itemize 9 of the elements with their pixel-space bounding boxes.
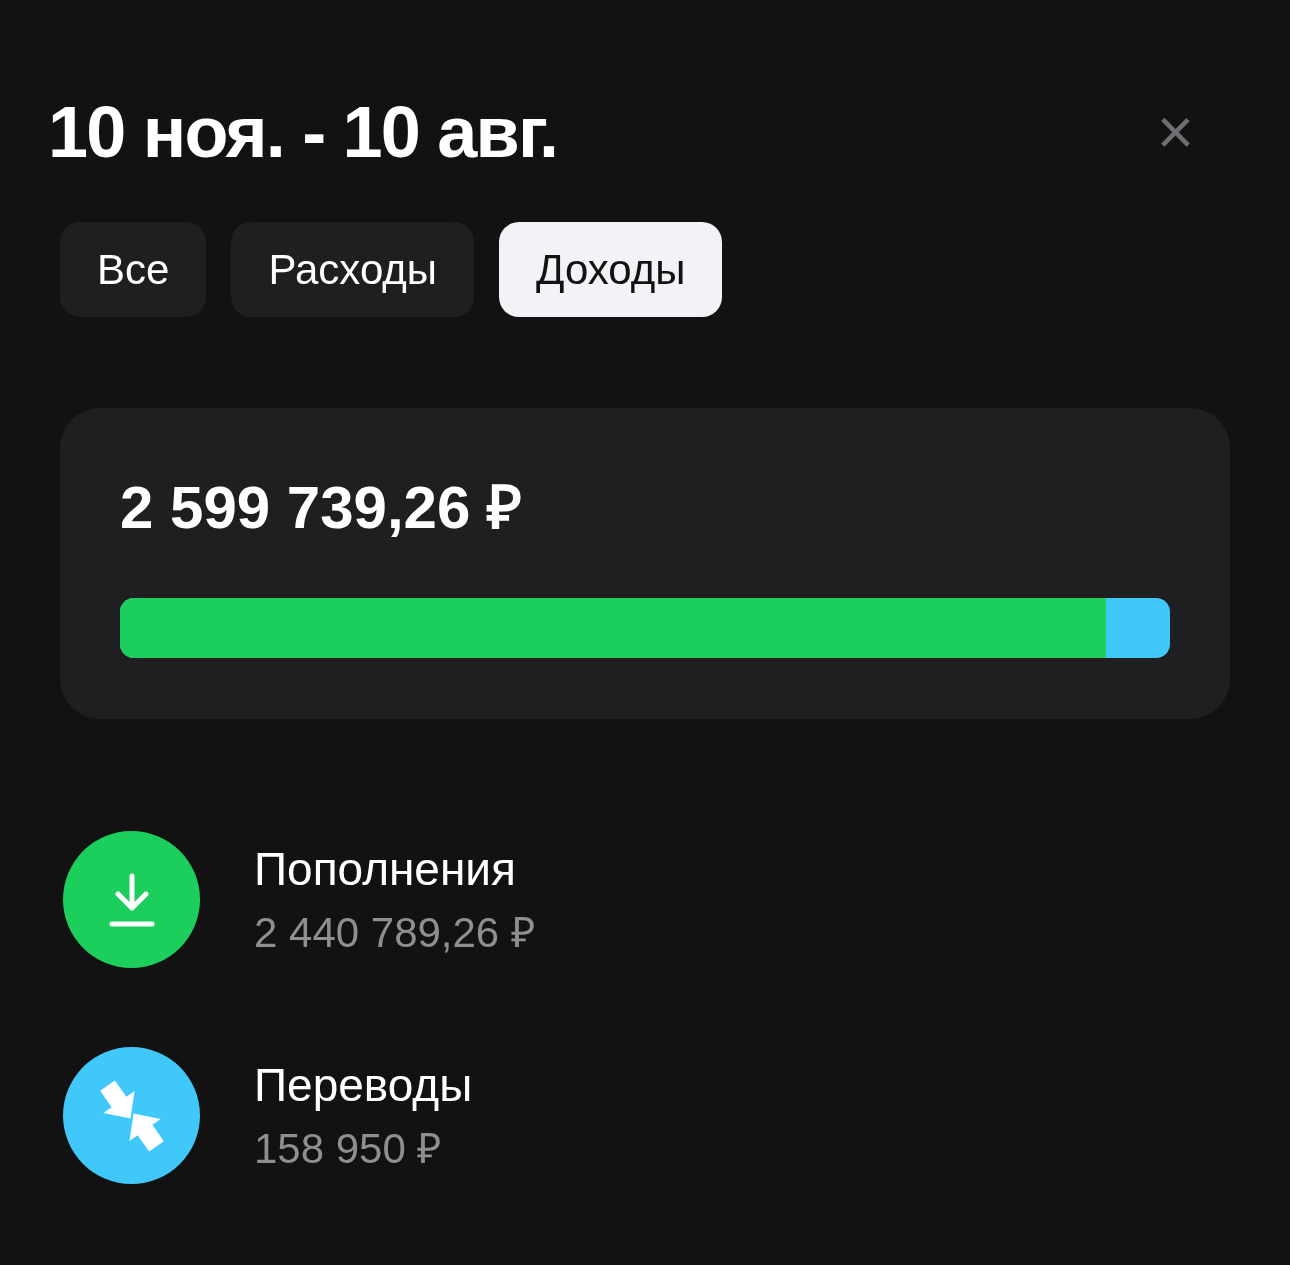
filter-tab[interactable]: Все	[60, 222, 207, 317]
filter-tab[interactable]: Расходы	[231, 222, 474, 317]
date-range-title: 10 ноя. - 10 авг.	[48, 96, 558, 168]
filter-tab[interactable]: Доходы	[499, 222, 723, 317]
total-amount: 2 599 739,26 ₽	[120, 478, 523, 538]
category-name: Пополнения	[254, 845, 517, 892]
category-amount: 158 950 ₽	[254, 1127, 443, 1170]
category-amount: 2 440 789,26 ₽	[254, 911, 535, 954]
close-button[interactable]: ×	[1156, 100, 1194, 164]
